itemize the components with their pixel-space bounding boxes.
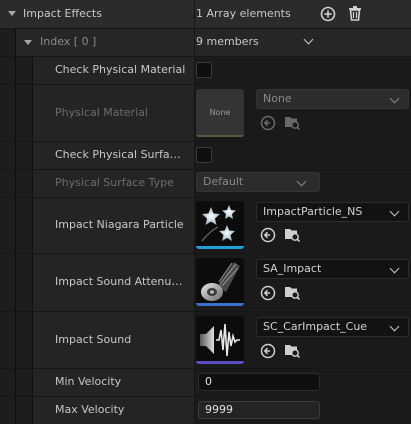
expand-arrow-icon[interactable]: [24, 40, 32, 45]
max-velocity-label: Max Velocity: [55, 403, 125, 416]
sound-attenuation-combo[interactable]: SA_Impact: [256, 259, 409, 279]
niagara-stars-icon: [201, 205, 236, 242]
check-physical-surface-checkbox[interactable]: [196, 147, 212, 163]
check-physical-material-checkbox[interactable]: [196, 62, 212, 78]
chevron-down-icon: [389, 206, 400, 217]
impact-effects-label: Impact Effects: [23, 7, 102, 20]
physical-material-thumbnail[interactable]: None: [196, 89, 244, 137]
circle-plus-icon[interactable]: [320, 6, 336, 22]
impact-sound-label: Impact Sound: [55, 333, 132, 346]
impact-sound-attenuation-row: Impact Sound Attenuati… SA_Impact: [0, 254, 411, 311]
sound-cue-waveform-icon: [200, 323, 240, 357]
check-physical-surface-label: Check Physical Surface…: [55, 148, 185, 161]
min-velocity-label: Min Velocity: [55, 375, 122, 388]
use-selected-arrow-icon[interactable]: [260, 115, 276, 131]
browse-folder-icon[interactable]: [284, 226, 300, 242]
index-label: Index [ 0 ]: [40, 35, 97, 48]
impact-niagara-particle-row: Impact Niagara Particle ImpactParticle_N…: [0, 198, 411, 253]
sound-attenuation-value: SA_Impact: [263, 262, 322, 275]
physical-surface-type-combo[interactable]: Default: [196, 172, 320, 192]
impact-sound-attenuation-label: Impact Sound Attenuati…: [55, 275, 189, 288]
use-selected-arrow-icon[interactable]: [260, 343, 276, 359]
array-count-label: 1 Array elements: [196, 7, 291, 20]
chevron-down-icon: [296, 176, 307, 187]
check-physical-material-label: Check Physical Material: [55, 63, 186, 76]
min-velocity-input[interactable]: 0: [198, 373, 320, 391]
details-panel: Impact Effects 1 Array elements Index [ …: [0, 0, 411, 424]
impact-effects-row: Impact Effects 1 Array elements: [0, 0, 411, 28]
browse-folder-icon[interactable]: [284, 284, 300, 300]
physical-surface-type-value: Default: [203, 175, 244, 188]
physical-material-label: Physical Material: [55, 106, 148, 119]
chevron-down-icon: [389, 93, 400, 104]
members-count-label: 9 members: [196, 35, 259, 48]
impact-niagara-particle-label: Impact Niagara Particle: [55, 218, 184, 231]
physical-material-combo[interactable]: None: [256, 89, 409, 109]
use-selected-arrow-icon[interactable]: [260, 227, 276, 243]
physical-surface-type-label: Physical Surface Type: [55, 176, 174, 189]
chevron-down-icon: [389, 321, 400, 332]
physical-material-value: None: [263, 92, 292, 105]
expand-arrow-icon[interactable]: [8, 11, 16, 16]
max-velocity-input[interactable]: 9999: [198, 401, 320, 419]
check-physical-surface-row: Check Physical Surface…: [0, 142, 411, 169]
physical-surface-type-row: Physical Surface Type Default: [0, 170, 411, 197]
niagara-particle-combo[interactable]: ImpactParticle_NS: [256, 202, 409, 222]
max-velocity-row: Max Velocity 9999: [0, 397, 411, 424]
trash-icon[interactable]: [347, 5, 363, 21]
impact-sound-row: Impact Sound SC_CarImpact_Cue: [0, 312, 411, 368]
niagara-system-thumbnail[interactable]: [196, 201, 244, 249]
browse-folder-icon[interactable]: [284, 114, 300, 130]
check-physical-material-row: Check Physical Material: [0, 57, 411, 84]
index-row: Index [ 0 ] 9 members: [0, 29, 411, 56]
sound-cue-thumbnail[interactable]: [196, 316, 244, 364]
sound-attenuation-thumbnail[interactable]: [196, 258, 244, 306]
min-velocity-row: Min Velocity 0: [0, 369, 411, 396]
chevron-down-icon: [389, 263, 400, 274]
attenuation-speaker-icon: [201, 262, 240, 301]
physical-material-row: Physical Material None None: [0, 85, 411, 141]
use-selected-arrow-icon[interactable]: [260, 285, 276, 301]
niagara-particle-value: ImpactParticle_NS: [263, 205, 363, 218]
sound-cue-value: SC_CarImpact_Cue: [263, 320, 368, 333]
thumbnail-none-text: None: [209, 108, 231, 117]
sound-cue-combo[interactable]: SC_CarImpact_Cue: [256, 317, 409, 337]
browse-folder-icon[interactable]: [284, 342, 300, 358]
